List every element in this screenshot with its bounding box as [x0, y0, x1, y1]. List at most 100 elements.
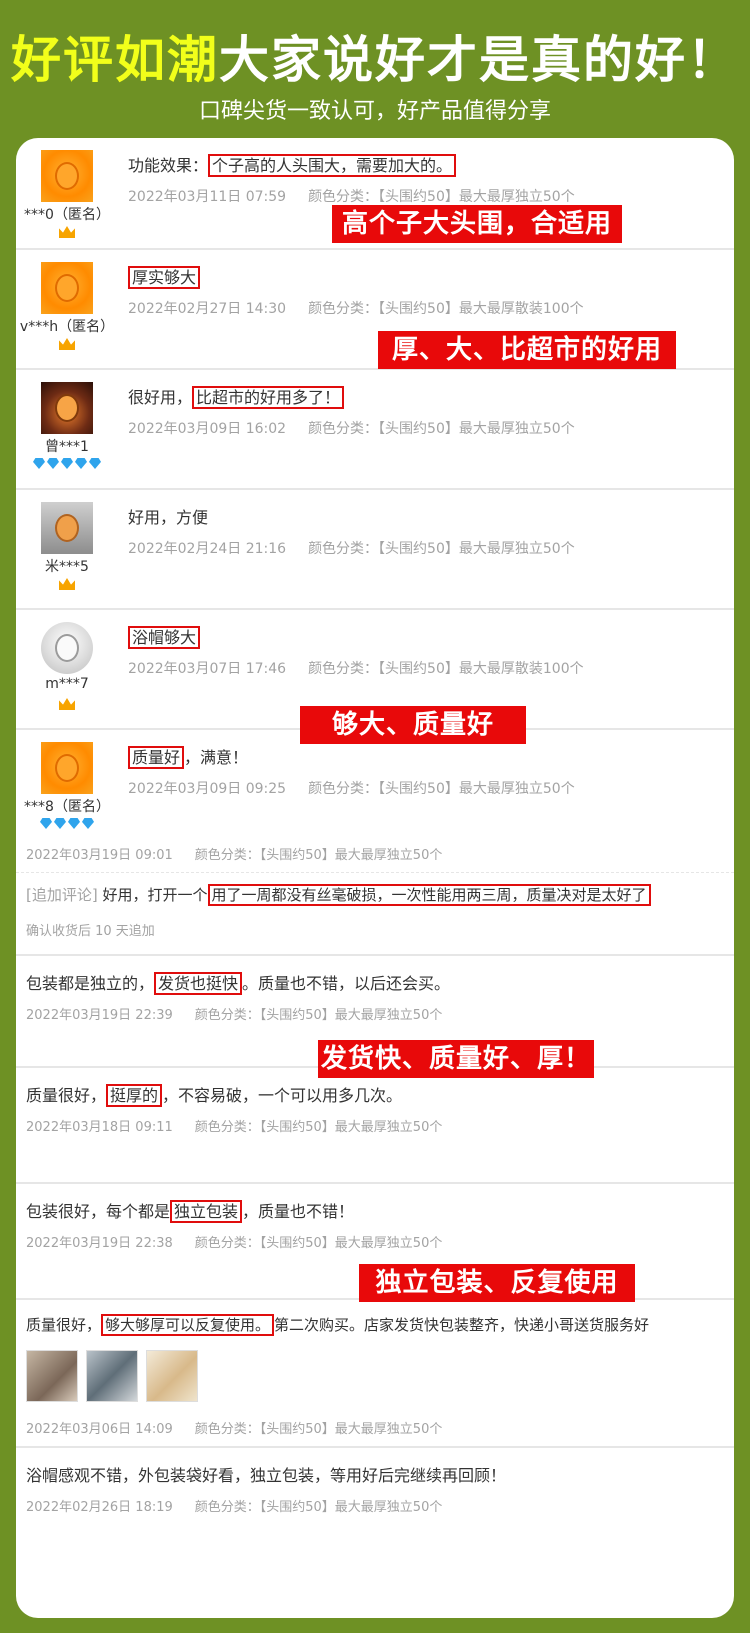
review-text-post: ，质量也不错！ — [242, 1202, 355, 1221]
review-color: 颜色分类：【头围约50】最大最厚独立50个 — [194, 848, 443, 863]
review-color: 颜色分类：【头围约50】最大最厚独立50个 — [308, 781, 575, 797]
page-subtitle: 口碑尖货一致认可，好产品值得分享 — [198, 99, 551, 124]
review-date: 2022年03月19日 22:38 — [26, 1236, 173, 1251]
review-meta: 2022年02月27日 14:30 颜色分类：【头围约50】最大最厚散装100个 — [128, 298, 606, 318]
review-color: 颜色分类：【头围约50】最大最厚独立50个 — [308, 421, 575, 437]
reviews-card: ***0（匿名） 功能效果： 个子高的人头围大，需要加大的。 2022年03月11… — [16, 138, 734, 1618]
crown-icon — [16, 338, 118, 353]
appended-review: [追加评论] 好用，打开一个 用了一周都没有丝毫破损，一次性能用两三周，质量决对是… — [26, 884, 651, 906]
append-text-pre: 好用，打开一个 — [102, 886, 208, 904]
review-text: 包装很好，每个都是 独立包装 ，质量也不错！ — [26, 1198, 355, 1223]
review-date: 2022年03月09日 16:02 — [128, 421, 287, 437]
review-highlight: 用了一周都没有丝毫破损，一次性能用两三周，质量决对是太好了 — [207, 884, 651, 906]
review-text: 很好用， 比超市的好用多了！ — [128, 384, 345, 409]
append-tag: [追加评论] — [26, 886, 98, 904]
reviewer-name: ***0（匿名） — [24, 207, 110, 223]
review-color: 颜色分类：【头围约50】最大最厚独立50个 — [308, 189, 575, 205]
title-rest: 大家说好才是真的好！ — [219, 31, 739, 89]
review-text-post: ，满意！ — [184, 748, 249, 767]
avatar — [41, 382, 93, 434]
review-text-pre: 包装很好，每个都是 — [26, 1202, 171, 1221]
review-highlight: 厚实够大 — [128, 266, 201, 289]
crown-icon — [16, 578, 118, 593]
review-text-post: 。质量也不错，以后还会买。 — [242, 974, 451, 993]
review-text-pre: 很好用， — [128, 388, 193, 407]
review-item: 曾***1 很好用， 比超市的好用多了！ 2022年03月09日 16:02 颜色分… — [16, 370, 734, 490]
review-photo[interactable] — [26, 1350, 78, 1402]
review-text: 包装都是独立的， 发货也挺快 。质量也不错，以后还会买。 — [26, 970, 451, 995]
review-date: 2022年03月18日 09:11 — [26, 1120, 173, 1135]
review-date: 2022年03月07日 17:46 — [128, 661, 287, 677]
review-highlight: 独立包装 — [170, 1200, 243, 1223]
reviewer-name: 米***5 — [45, 559, 89, 575]
title-highlight: 好评如潮 — [11, 31, 219, 89]
highlight-banner: 独立包装、反复使用 — [359, 1264, 635, 1302]
avatar — [41, 742, 93, 794]
review-color: 颜色分类：【头围约50】最大最厚独立50个 — [194, 1500, 443, 1515]
reviewer-name: 曾***1 — [45, 439, 89, 455]
review-item: 浴帽感观不错，外包装袋好看，独立包装，等用好后完继续再回顾！ 2022年02月2… — [16, 1448, 734, 1568]
review-text-pre: 功能效果： — [128, 156, 209, 175]
review-text: 功能效果： 个子高的人头围大，需要加大的。 — [128, 152, 457, 177]
review-date: 2022年03月11日 07:59 — [128, 189, 287, 205]
review-meta: 2022年03月19日 22:38 颜色分类：【头围约50】最大最厚独立50个 — [26, 1232, 464, 1251]
header: 好评如潮大家说好才是真的好！ 口碑尖货一致认可，好产品值得分享 — [0, 0, 750, 140]
review-date: 2022年02月27日 14:30 — [128, 301, 287, 317]
review-meta: 2022年03月09日 09:25 颜色分类：【头围约50】最大最厚独立50个 — [128, 778, 597, 798]
review-item: 质量很好， 挺厚的 ，不容易破，一个可以用多几次。 2022年03月18日 09:1… — [16, 1068, 734, 1184]
avatar — [41, 502, 93, 554]
review-date: 2022年02月26日 18:19 — [26, 1500, 173, 1515]
review-meta: 2022年03月09日 16:02 颜色分类：【头围约50】最大最厚独立50个 — [128, 418, 597, 438]
review-photo[interactable] — [86, 1350, 138, 1402]
review-photo[interactable] — [146, 1350, 198, 1402]
review-date: 2022年02月24日 21:16 — [128, 541, 287, 557]
review-color: 颜色分类：【头围约50】最大最厚独立50个 — [194, 1236, 443, 1251]
review-date: 2022年03月19日 22:39 — [26, 1008, 173, 1023]
review-photos — [26, 1350, 206, 1406]
review-highlight: 比超市的好用多了！ — [192, 386, 345, 409]
review-text: 浴帽感观不错，外包装袋好看，独立包装，等用好后完继续再回顾！ — [26, 1466, 507, 1485]
review-date: 2022年03月19日 09:01 — [26, 848, 173, 863]
diamond-icon — [16, 818, 118, 832]
review-text: 质量好 ，满意！ — [128, 744, 249, 769]
highlight-banner: 厚、大、比超市的好用 — [378, 331, 676, 369]
highlight-banner: 高个子大头围，合适用 — [332, 205, 622, 243]
review-text: 浴帽够大 — [128, 624, 201, 649]
review-text-pre: 质量很好， — [26, 1086, 107, 1105]
review-color: 颜色分类：【头围约50】最大最厚独立50个 — [308, 541, 575, 557]
review-highlight: 浴帽够大 — [128, 626, 201, 649]
review-highlight: 发货也挺快 — [154, 972, 243, 995]
reviewer-name: m***7 — [45, 676, 89, 692]
review-item: 2022年03月19日 09:01 颜色分类：【头围约50】最大最厚独立50个 [… — [16, 834, 734, 956]
review-meta: 2022年03月11日 07:59 颜色分类：【头围约50】最大最厚独立50个 — [128, 186, 597, 206]
avatar — [41, 262, 93, 314]
reviewer-name: v***h（匿名） — [19, 319, 115, 335]
review-meta: 2022年02月24日 21:16 颜色分类：【头围约50】最大最厚独立50个 — [128, 538, 597, 558]
review-highlight: 个子高的人头围大，需要加大的。 — [208, 154, 457, 177]
append-note: 确认收货后 10 天追加 — [26, 924, 155, 939]
review-color: 颜色分类：【头围约50】最大最厚独立50个 — [194, 1422, 443, 1437]
diamond-icon — [16, 458, 118, 472]
review-color: 颜色分类：【头围约50】最大最厚独立50个 — [194, 1120, 443, 1135]
review-meta: 2022年03月06日 14:09 颜色分类：【头围约50】最大最厚独立50个 — [26, 1418, 464, 1437]
review-highlight: 够大够厚可以反复使用。 — [101, 1314, 275, 1336]
review-date: 2022年03月09日 09:25 — [128, 781, 287, 797]
review-text: 好用，方便 — [128, 508, 209, 527]
review-item: 质量很好， 够大够厚可以反复使用。 第二次购买。店家发货快包装整齐，快递小哥送货服务… — [16, 1300, 734, 1448]
review-text-post: 第二次购买。店家发货快包装整齐，快递小哥送货服务好 — [274, 1316, 650, 1334]
review-meta: 2022年03月07日 17:46 颜色分类：【头围约50】最大最厚散装100个 — [128, 658, 606, 678]
avatar — [41, 622, 93, 674]
crown-icon — [16, 698, 118, 713]
review-item: 米***5 好用，方便 2022年02月24日 21:16 颜色分类：【头围约50… — [16, 490, 734, 610]
review-meta: 2022年03月19日 09:01 颜色分类：【头围约50】最大最厚独立50个 — [26, 844, 464, 863]
review-color: 颜色分类：【头围约50】最大最厚独立50个 — [194, 1008, 443, 1023]
review-item: ***8（匿名） 质量好 ，满意！ 2022年03月09日 09:25 颜色分类：【… — [16, 730, 734, 834]
review-meta: 2022年02月26日 18:19 颜色分类：【头围约50】最大最厚独立50个 — [26, 1496, 464, 1515]
review-color: 颜色分类：【头围约50】最大最厚散装100个 — [308, 301, 584, 317]
review-text: 质量很好， 挺厚的 ，不容易破，一个可以用多几次。 — [26, 1082, 402, 1107]
review-highlight: 质量好 — [128, 746, 185, 769]
review-meta: 2022年03月18日 09:11 颜色分类：【头围约50】最大最厚独立50个 — [26, 1116, 464, 1135]
review-text: 质量很好， 够大够厚可以反复使用。 第二次购买。店家发货快包装整齐，快递小哥送货服务… — [26, 1314, 650, 1336]
review-color: 颜色分类：【头围约50】最大最厚散装100个 — [308, 661, 584, 677]
review-highlight: 挺厚的 — [106, 1084, 163, 1107]
